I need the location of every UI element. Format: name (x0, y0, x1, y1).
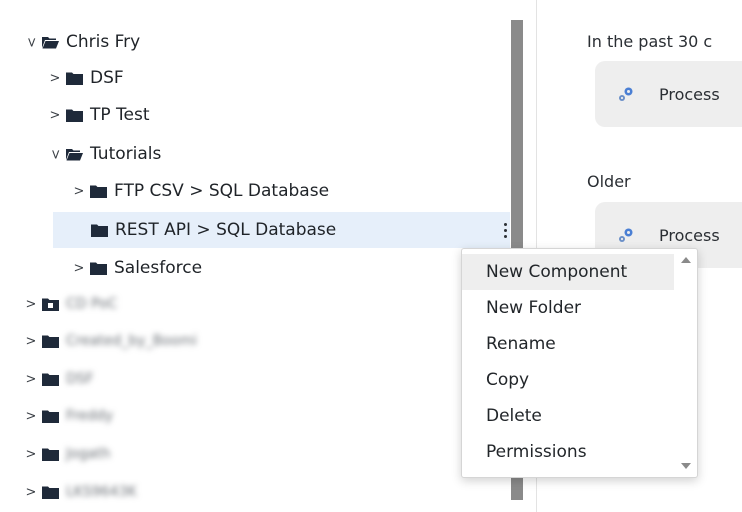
chevron-down-icon[interactable]: > (24, 35, 39, 49)
recent-card[interactable]: Process (595, 61, 742, 127)
folder-icon (42, 373, 59, 386)
more-options-icon[interactable] (500, 217, 510, 243)
tree-item-label: DSF (66, 371, 94, 387)
context-menu: New Component New Folder Rename Copy Del… (461, 248, 698, 478)
folder-icon (42, 410, 59, 423)
folder-icon (90, 185, 107, 198)
card-label: Process (659, 84, 720, 104)
tree-item-blurred[interactable]: > Created_by_Boomi (0, 323, 510, 359)
menu-item-new-component[interactable]: New Component (462, 254, 674, 290)
tree-item-chris-fry[interactable]: > Chris Fry (0, 24, 510, 60)
tree-item-label: Freddy (66, 408, 114, 424)
tree-item-salesforce[interactable]: > Salesforce (0, 250, 510, 286)
menu-item-delete[interactable]: Delete (462, 398, 674, 434)
gear-process-icon (619, 228, 633, 242)
tree-item-label: LKS9643K (66, 484, 137, 500)
chevron-right-icon[interactable]: > (24, 485, 38, 500)
scroll-down-arrow-icon[interactable] (681, 463, 691, 469)
chevron-right-icon[interactable]: > (72, 261, 86, 276)
tree-item-tutorials[interactable]: > Tutorials (0, 136, 510, 172)
tree-item-dsf[interactable]: > DSF (0, 60, 510, 96)
tree-item-blurred[interactable]: > LKS9643K (0, 474, 510, 510)
chevron-right-icon[interactable]: > (24, 334, 38, 349)
gear-process-icon (619, 87, 633, 101)
chevron-right-icon[interactable]: > (24, 409, 38, 424)
tree-item-tp-test[interactable]: > TP Test (0, 97, 510, 133)
tree-item-label: Jogath (66, 446, 111, 462)
section-label-past-30: In the past 30 c (587, 32, 713, 51)
folder-icon (42, 448, 59, 461)
folder-open-icon (66, 148, 83, 161)
menu-item-permissions[interactable]: Permissions (462, 434, 674, 470)
folder-icon (42, 486, 59, 499)
tree-item-ftp-csv[interactable]: > FTP CSV > SQL Database (0, 173, 510, 209)
chevron-right-icon[interactable]: > (24, 447, 38, 462)
tree-item-blurred[interactable]: > Jogath (0, 436, 510, 472)
tree-item-label: FTP CSV > SQL Database (114, 181, 330, 201)
menu-item-rename[interactable]: Rename (462, 326, 674, 362)
tree-item-label: REST API > SQL Database (115, 220, 337, 240)
chevron-right-icon[interactable]: > (24, 297, 38, 312)
chevron-down-icon[interactable]: > (48, 147, 63, 161)
chevron-right-icon[interactable]: > (72, 184, 86, 199)
tree-item-blurred[interactable]: > CD PoC (0, 286, 510, 322)
tree-item-blurred[interactable]: > Freddy (0, 398, 510, 434)
menu-scrollbar[interactable] (675, 249, 697, 477)
folder-icon (91, 224, 108, 237)
chevron-right-icon[interactable]: > (48, 71, 62, 86)
tree-item-label: Tutorials (90, 144, 162, 164)
menu-item-new-folder[interactable]: New Folder (462, 290, 674, 326)
tree-item-label: Created_by_Boomi (66, 333, 197, 349)
tree-item-label: DSF (90, 68, 124, 88)
tree-item-label: TP Test (90, 105, 150, 125)
folder-open-icon (42, 36, 59, 49)
folder-icon (66, 72, 83, 85)
chevron-right-icon[interactable]: > (48, 108, 62, 123)
tree-item-label: CD PoC (66, 296, 118, 312)
menu-item-copy[interactable]: Copy (462, 362, 674, 398)
chevron-right-icon[interactable]: > (24, 372, 38, 387)
folder-badge-icon (42, 298, 59, 311)
section-label-older: Older (587, 172, 631, 191)
tree-item-blurred[interactable]: > DSF (0, 361, 510, 397)
tree-item-label: Chris Fry (66, 32, 141, 52)
tree-item-rest-api[interactable]: REST API > SQL Database (53, 212, 510, 248)
tree-item-label: Salesforce (114, 258, 203, 278)
folder-tree: > Chris Fry > DSF > TP Test > Tutorials … (0, 0, 510, 512)
scroll-up-arrow-icon[interactable] (681, 257, 691, 263)
folder-icon (42, 335, 59, 348)
folder-icon (90, 262, 107, 275)
folder-icon (66, 109, 83, 122)
app-window: > Chris Fry > DSF > TP Test > Tutorials … (0, 0, 742, 512)
card-label: Process (659, 225, 720, 245)
